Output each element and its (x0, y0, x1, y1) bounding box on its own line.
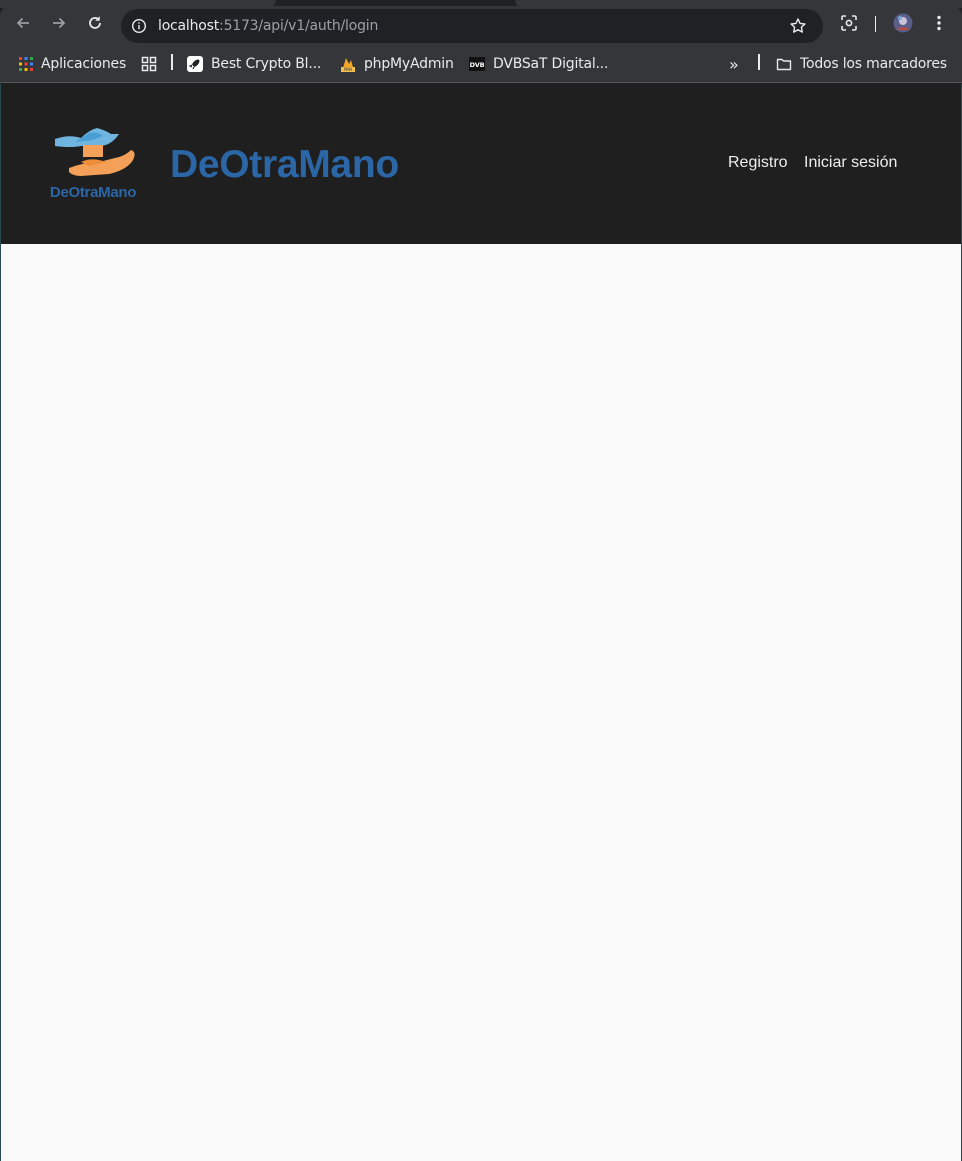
url-path: :5173/api/v1/auth/login (219, 18, 379, 34)
screenshot-icon[interactable] (838, 12, 860, 34)
bookmark-label: Todos los marcadores (800, 56, 947, 72)
bookmark-label: DVBSaT Digital... (493, 56, 609, 72)
apps-grid-icon (19, 57, 33, 71)
bookmark-divider (171, 54, 173, 70)
forward-arrow-icon[interactable] (47, 11, 71, 35)
logo-text: DeOtraMano (50, 184, 136, 201)
star-icon[interactable] (789, 17, 807, 35)
toolbar-divider (875, 16, 876, 32)
bookmark-best-crypto[interactable]: Best Crypto Bl... (187, 54, 321, 74)
more-vertical-icon[interactable] (928, 12, 950, 34)
phpmyadmin-icon: PMA (340, 56, 356, 72)
info-icon[interactable] (131, 18, 147, 34)
dvb-icon: DVB (469, 56, 485, 72)
all-bookmarks-folder[interactable]: Todos los marcadores (776, 54, 947, 74)
bookmark-aplicaciones[interactable]: Aplicaciones (19, 54, 126, 74)
svg-text:DVB: DVB (470, 61, 485, 69)
page-viewport: DeOtraMano DeOtraMano Registro Iniciar s… (1, 84, 961, 1161)
folder-icon (776, 56, 792, 72)
chevron-double-right-icon: » (729, 54, 739, 74)
reload-icon[interactable] (83, 11, 107, 35)
svg-text:PMA: PMA (344, 67, 352, 72)
bookmark-dvbsat[interactable]: DVB DVBSaT Digital... (469, 54, 608, 74)
rocket-icon (187, 56, 203, 72)
bookmarks-overflow-button[interactable]: » (729, 54, 739, 74)
bookmark-label: phpMyAdmin (364, 56, 454, 72)
back-arrow-icon[interactable] (11, 11, 35, 35)
bookmark-phpmyadmin[interactable]: PMA phpMyAdmin (340, 54, 454, 74)
brand-title[interactable]: DeOtraMano (170, 143, 399, 187)
url-host: localhost (158, 18, 220, 34)
logo[interactable]: DeOtraMano (41, 124, 145, 204)
bookmark-divider (758, 54, 760, 70)
site-header: DeOtraMano DeOtraMano Registro Iniciar s… (1, 84, 961, 244)
nav-registro-link[interactable]: Registro (728, 154, 788, 172)
url-text[interactable]: localhost:5173/api/v1/auth/login (158, 18, 378, 34)
nav-login-link[interactable]: Iniciar sesión (804, 154, 897, 172)
bookmark-label: Best Crypto Bl... (211, 56, 322, 72)
bookmark-label: Aplicaciones (41, 56, 127, 72)
bookmark-tab-groups[interactable] (141, 54, 157, 74)
tab-groups-icon (141, 56, 157, 72)
address-bar[interactable]: localhost:5173/api/v1/auth/login (121, 9, 823, 43)
avatar[interactable] (892, 12, 914, 34)
